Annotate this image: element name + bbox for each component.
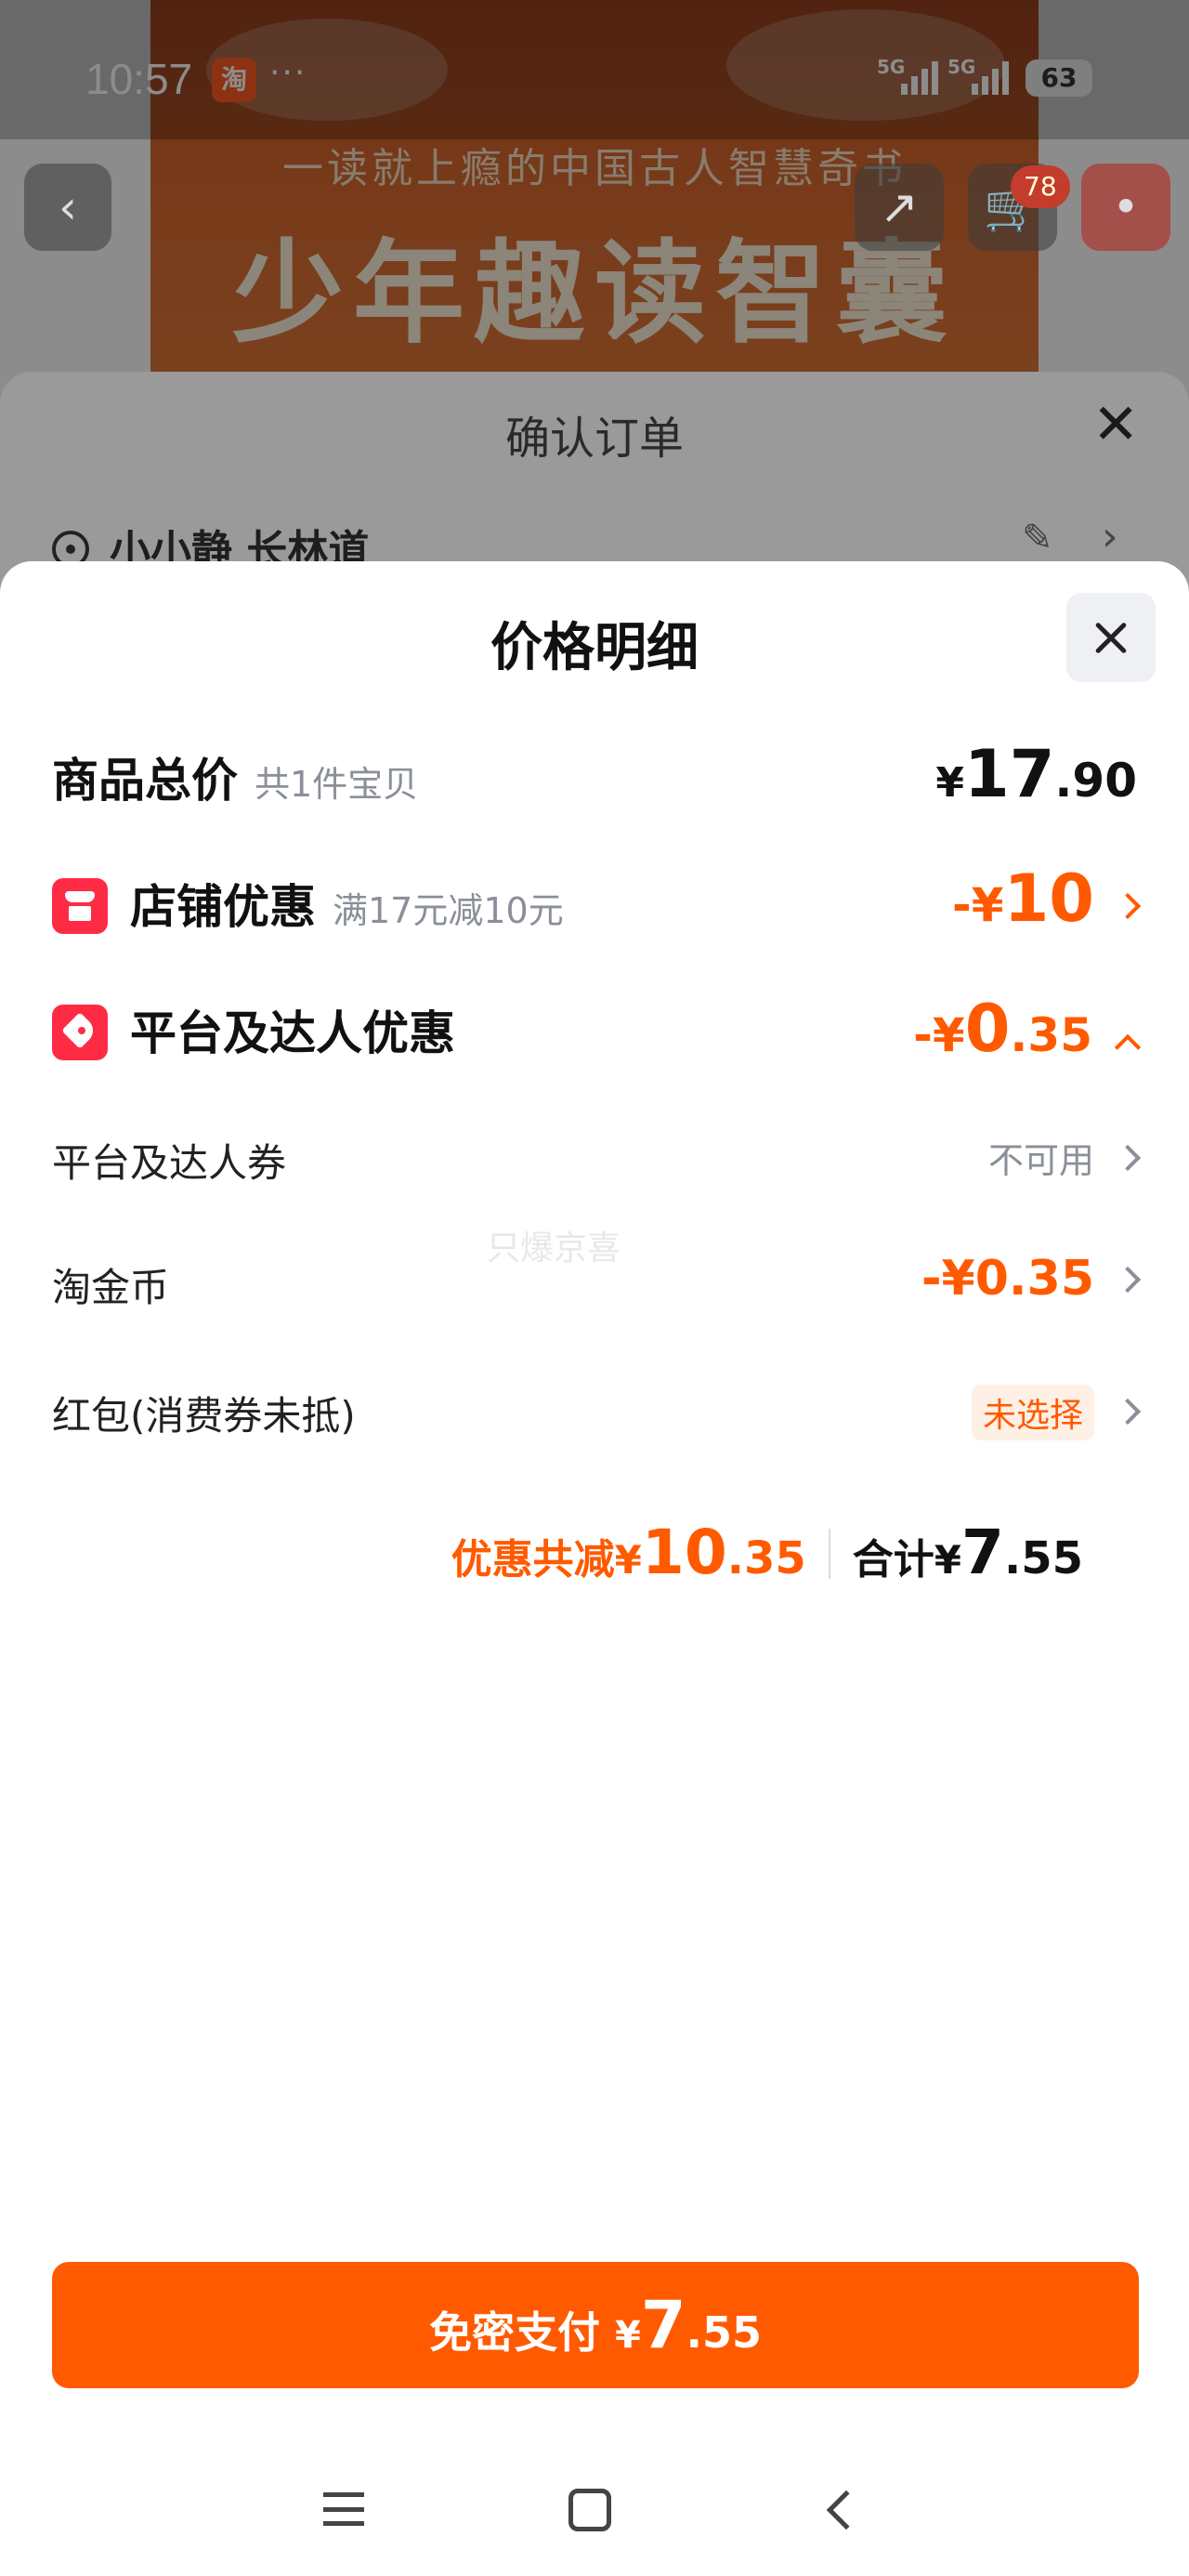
goods-total-label: 商品总价 [52, 754, 238, 808]
red-packet-label: 红包(消费券未抵) [52, 1393, 356, 1439]
confirm-order-close-icon[interactable]: ✕ [1092, 392, 1139, 457]
confirm-order-title: 确认订单 [504, 413, 684, 465]
platform-discount-amount: -¥0.35 [913, 991, 1142, 1067]
platform-coupon-chevron-icon[interactable] [1114, 1144, 1142, 1172]
taojinbi-chevron-icon[interactable] [1114, 1266, 1142, 1294]
platform-coupon-status: 不可用 [987, 1140, 1094, 1181]
back-icon[interactable] [826, 2490, 867, 2530]
shop-discount-label: 店铺优惠 [130, 880, 316, 934]
shop-discount-rule: 满17元减10元 [333, 890, 564, 931]
price-detail-title: 价格明细 [490, 618, 699, 678]
coupon-tag-icon [52, 1005, 108, 1060]
shop-discount-row[interactable]: 店铺优惠 满17元减10元 -¥10 [52, 861, 1142, 944]
shop-icon [52, 878, 108, 934]
pay-button[interactable]: 免密支付 ¥7.55 [52, 2262, 1139, 2388]
pay-button-label: 免密支付 [428, 2307, 600, 2358]
shop-discount-amount: -¥10 [952, 861, 1142, 937]
pay-amount-int: 7 [640, 2287, 686, 2363]
red-packet-chevron-icon[interactable] [1114, 1398, 1142, 1426]
close-icon[interactable] [1066, 593, 1156, 682]
discount-total-amount: ¥10.35 [614, 1517, 806, 1588]
pay-amount-dec: .55 [686, 2307, 763, 2358]
red-packet-status-badge: 未选择 [971, 1385, 1094, 1440]
back-button[interactable]: ‹ [24, 164, 111, 251]
shop-discount-chevron-icon[interactable] [1114, 892, 1142, 920]
platform-discount-row[interactable]: 平台及达人优惠 -¥0.35 [52, 991, 1142, 1071]
taojinbi-row[interactable]: 淘金币 -¥0.35 [52, 1251, 1142, 1312]
system-nav-bar [0, 2453, 1189, 2565]
pay-currency: ¥ [614, 2314, 641, 2357]
red-packet-row[interactable]: 红包(消费券未抵) 未选择 [52, 1385, 1142, 1440]
platform-coupon-label: 平台及达人券 [52, 1140, 287, 1186]
goods-count-label: 共1件宝贝 [255, 764, 419, 805]
platform-discount-label: 平台及达人优惠 [130, 1006, 455, 1060]
taojinbi-amount: -¥0.35 [921, 1251, 1094, 1307]
recent-apps-icon[interactable] [323, 2492, 364, 2526]
share-button[interactable]: ↗ [855, 164, 944, 251]
price-summary: 优惠共减¥10.35 合计¥7.55 [451, 1517, 1083, 1588]
cart-count-badge: 78 [1011, 165, 1070, 208]
edit-address-icon[interactable]: ✎ [1022, 517, 1053, 559]
taojinbi-label: 淘金币 [52, 1265, 170, 1310]
address-chevron-icon[interactable]: › [1102, 513, 1118, 560]
grand-total-label: 合计 [852, 1536, 934, 1584]
goods-total-row: 商品总价 共1件宝贝 ¥17.90 [52, 736, 1137, 818]
home-icon[interactable] [568, 2489, 611, 2531]
grand-total-amount: ¥7.55 [934, 1517, 1083, 1588]
platform-coupon-row[interactable]: 平台及达人券 不可用 [52, 1132, 1142, 1188]
collapse-chevron-up-icon[interactable] [1114, 1033, 1142, 1061]
service-button[interactable]: • [1081, 164, 1170, 251]
discount-total-label: 优惠共减 [451, 1536, 615, 1584]
goods-total-price: ¥17.90 [935, 736, 1137, 812]
summary-divider [828, 1529, 830, 1579]
